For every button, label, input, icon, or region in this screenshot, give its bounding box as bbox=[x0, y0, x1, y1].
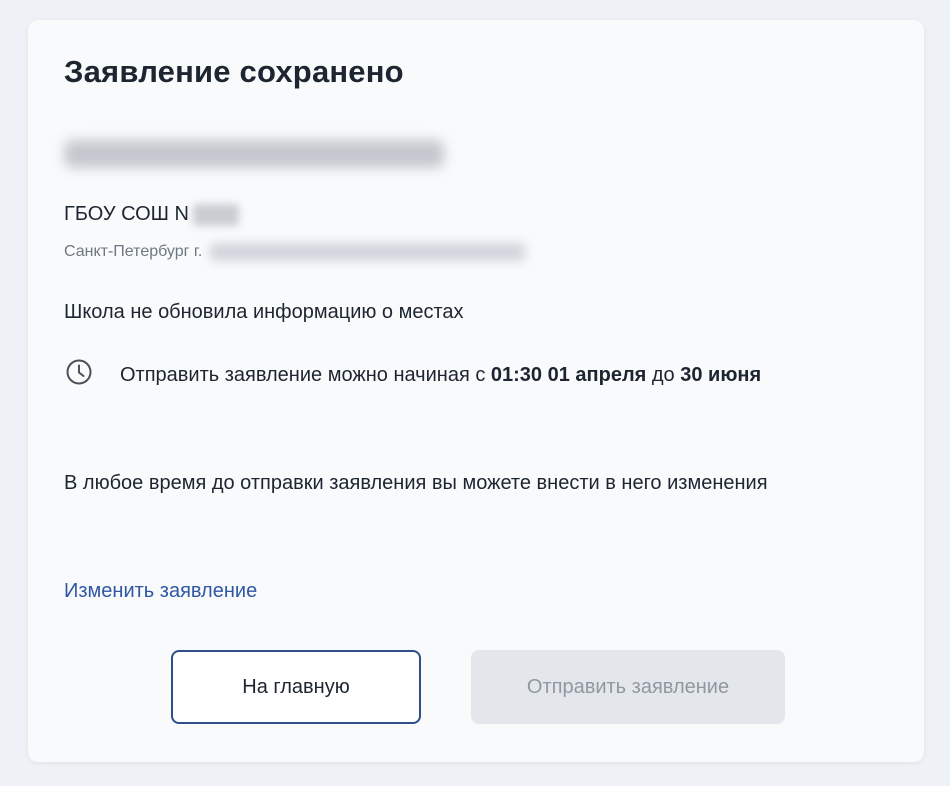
clock-icon bbox=[66, 359, 92, 385]
edit-hint: В любое время до отправки заявления вы м… bbox=[64, 472, 768, 494]
edit-application-link[interactable]: Изменить заявление bbox=[64, 580, 257, 603]
applicant-name-redacted bbox=[64, 140, 444, 168]
places-note: Школа не обновила информацию о местах bbox=[64, 301, 464, 323]
school-city: Санкт-Петербург г. bbox=[64, 243, 203, 260]
school-name-text: ГБОУ СОШ N bbox=[64, 203, 189, 225]
application-saved-card: Заявление сохранено ГБОУ СОШ N Санкт-Пет… bbox=[28, 20, 924, 762]
school-address: Санкт-Петербург г. bbox=[64, 243, 526, 261]
school-name: ГБОУ СОШ N bbox=[64, 203, 239, 226]
home-button[interactable]: На главную bbox=[171, 650, 421, 724]
schedule-end: 30 июня bbox=[680, 364, 762, 386]
schedule-mid: до bbox=[646, 364, 681, 386]
schedule-prefix: Отправить заявление можно начиная с bbox=[120, 364, 491, 386]
schedule-start: 01:30 01 апреля bbox=[490, 364, 647, 386]
school-address-redacted bbox=[210, 243, 526, 261]
send-application-button[interactable]: Отправить заявление bbox=[471, 650, 785, 724]
schedule-text: Отправить заявление можно начиная с 01:3… bbox=[120, 358, 840, 393]
school-number-redacted bbox=[193, 203, 239, 226]
page-title: Заявление сохранено bbox=[64, 54, 404, 89]
